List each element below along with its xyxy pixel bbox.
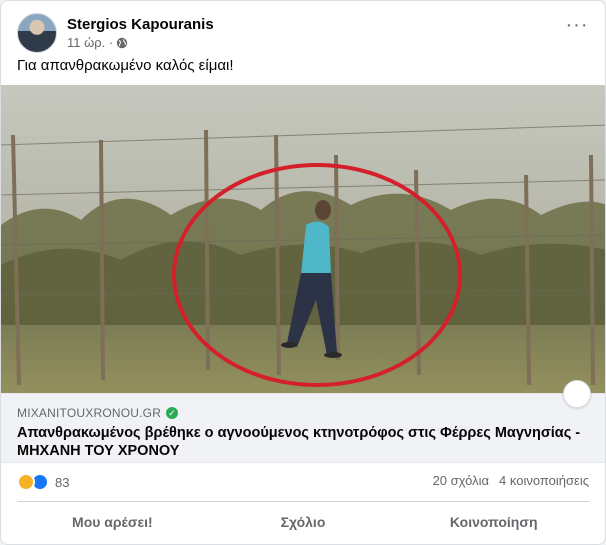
avatar[interactable] (17, 13, 57, 53)
post-text: Για απανθρακωμένο καλός είμαι! (17, 57, 234, 74)
post-meta: 11 ώρ. · (67, 35, 128, 50)
post-stats: 83 20 σχόλια 4 κοινοποιήσεις (17, 471, 589, 495)
post-header: Stergios Kapouranis 11 ώρ. · ··· (17, 13, 589, 53)
link-domain-text: MIXANITOUXRONOU.GR (17, 406, 162, 420)
link-options-button[interactable] (563, 380, 591, 408)
engagement-counts: 20 σχόλια 4 κοινοποιήσεις (433, 473, 589, 488)
link-preview[interactable]: MIXANITOUXRONOU.GR ✓ Απανθρακωμένος βρέθ… (1, 380, 605, 463)
comments-count[interactable]: 20 σχόλια (433, 473, 489, 488)
comment-button[interactable]: Σχόλιο (208, 506, 399, 538)
post-image[interactable] (1, 85, 605, 393)
actions-divider (17, 501, 589, 502)
like-button[interactable]: Μου αρέσει! (17, 506, 208, 538)
reactions-count: 83 (55, 474, 70, 490)
verified-check-icon: ✓ (166, 407, 179, 419)
shares-count[interactable]: 4 κοινοποιήσεις (499, 473, 589, 488)
post-time[interactable]: 11 ώρ. · (67, 35, 113, 50)
link-domain: MIXANITOUXRONOU.GR ✓ (17, 406, 179, 420)
link-title[interactable]: Απανθρακωμένος βρέθηκε ο αγνοούμενος κτη… (17, 424, 587, 460)
more-horizontal-icon[interactable]: ··· (565, 15, 589, 41)
globe-icon (117, 37, 128, 48)
share-button[interactable]: Κοινοποίηση (398, 506, 589, 538)
author-name[interactable]: Stergios Kapouranis (67, 16, 214, 33)
haha-reaction-icon (17, 473, 35, 491)
post-card: Stergios Kapouranis 11 ώρ. · ··· Για απα… (0, 0, 606, 545)
reactions-summary[interactable]: 83 (17, 473, 69, 491)
post-actions: Μου αρέσει! Σχόλιο Κοινοποίηση (17, 506, 589, 538)
